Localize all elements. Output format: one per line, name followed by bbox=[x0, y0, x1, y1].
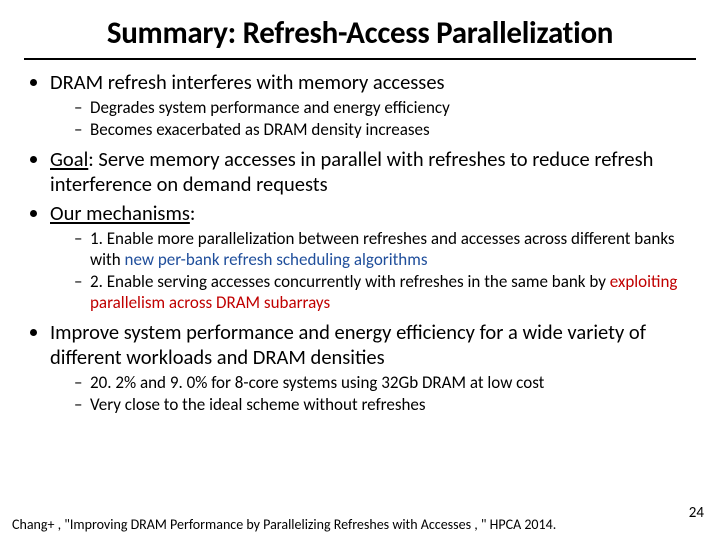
sub-list: 1. Enable more parallelization between r… bbox=[50, 228, 696, 314]
sub-result-1: 20. 2% and 9. 0% for 8-core systems usin… bbox=[74, 372, 696, 393]
sub-list: 20. 2% and 9. 0% for 8-core systems usin… bbox=[50, 372, 696, 416]
sub-list: Degrades system performance and energy e… bbox=[50, 97, 696, 141]
bullet-goal: Goal: Serve memory accesses in parallel … bbox=[50, 147, 696, 197]
goal-text: : Serve memory accesses in parallel with… bbox=[50, 146, 653, 197]
improve-text: Improve system performance and energy ef… bbox=[50, 319, 646, 370]
sub-mech-1: 1. Enable more parallelization between r… bbox=[74, 228, 696, 271]
sub-exacerbated: Becomes exacerbated as DRAM density incr… bbox=[74, 119, 696, 140]
slide-title: Summary: Refresh-Access Parallelization bbox=[24, 14, 696, 52]
citation-footer: Chang+ , "Improving DRAM Performance by … bbox=[12, 517, 680, 532]
sub-degrades: Degrades system performance and energy e… bbox=[74, 97, 696, 118]
mechanisms-colon: : bbox=[190, 200, 196, 226]
mech2-text: 2. Enable serving accesses concurrently … bbox=[90, 271, 610, 292]
sub-mech-2: 2. Enable serving accesses concurrently … bbox=[74, 271, 696, 314]
bullet-text: DRAM refresh interferes with memory acce… bbox=[50, 69, 445, 95]
bullet-list: DRAM refresh interferes with memory acce… bbox=[24, 70, 696, 415]
bullet-mechanisms: Our mechanisms: 1. Enable more paralleli… bbox=[50, 201, 696, 314]
bullet-improve: Improve system performance and energy ef… bbox=[50, 320, 696, 416]
page-number: 24 bbox=[689, 504, 704, 522]
bullet-dram-refresh: DRAM refresh interferes with memory acce… bbox=[50, 70, 696, 141]
slide: Summary: Refresh-Access Parallelization … bbox=[0, 0, 720, 540]
title-underline bbox=[24, 58, 696, 60]
goal-label: Goal bbox=[50, 146, 88, 172]
sub-result-2: Very close to the ideal scheme without r… bbox=[74, 394, 696, 415]
mech1-highlight: new per-bank refresh scheduling algorith… bbox=[125, 249, 428, 270]
mechanisms-label: Our mechanisms bbox=[50, 200, 190, 226]
